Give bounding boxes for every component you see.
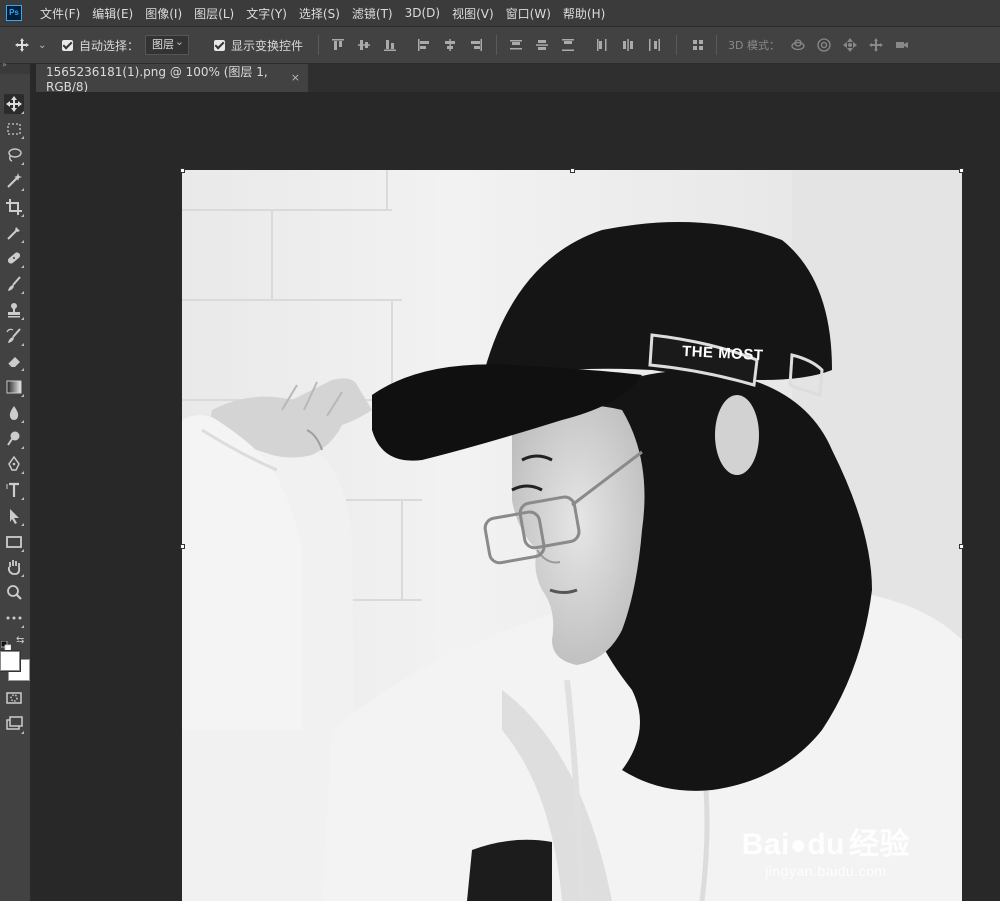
gradient-icon[interactable] — [4, 377, 24, 397]
eraser-icon[interactable] — [4, 351, 24, 371]
hand-icon[interactable] — [4, 557, 24, 577]
watermark-brand: Bai — [741, 828, 790, 861]
auto-align-icon[interactable] — [690, 37, 706, 53]
screen-mode-icon[interactable] — [4, 714, 24, 734]
show-transform-checkbox[interactable] — [214, 39, 225, 51]
blur-icon[interactable] — [4, 403, 24, 423]
divider — [676, 35, 677, 55]
marquee-icon[interactable] — [4, 119, 24, 139]
magic-wand-icon[interactable] — [4, 171, 24, 191]
close-icon[interactable]: × — [291, 71, 300, 84]
photoshop-logo: Ps — [6, 5, 22, 21]
document-tab-title: 1565236181(1).png @ 100% (图层 1, RGB/8) — [46, 64, 268, 94]
watermark-brand-2: du — [807, 828, 845, 861]
auto-select-toggle[interactable]: 自动选择： — [62, 27, 139, 63]
watermark-url: jingyan.baidu.com — [765, 863, 887, 879]
baidu-watermark: Bai●du 经验 jingyan.baidu.com — [742, 819, 910, 879]
paw-logo-icon: ● — [789, 829, 808, 860]
divider — [496, 35, 497, 55]
menu-type[interactable]: 文字(Y) — [246, 5, 287, 22]
more-icon[interactable] — [4, 608, 24, 628]
pen-icon[interactable] — [4, 454, 24, 474]
history-brush-icon[interactable] — [4, 326, 24, 346]
transform-handle-left[interactable] — [180, 544, 185, 549]
swap-colors-icon[interactable]: ⇆ — [16, 635, 24, 646]
transform-handle-right[interactable] — [959, 544, 964, 549]
healing-brush-icon[interactable] — [4, 248, 24, 268]
distribute-left-icon[interactable] — [594, 37, 610, 53]
rectangle-icon[interactable] — [4, 532, 24, 552]
menu-select[interactable]: 选择(S) — [299, 5, 340, 22]
divider — [716, 35, 717, 55]
align-bottom-icon[interactable] — [382, 37, 398, 53]
align-top-icon[interactable] — [330, 37, 346, 53]
menu-help[interactable]: 帮助(H) — [563, 5, 605, 22]
foreground-color-swatch[interactable] — [0, 651, 20, 671]
camera-3d-icon[interactable] — [894, 37, 910, 53]
tools-panel: » ⇆ — [0, 60, 31, 901]
align-right-icon[interactable] — [468, 37, 484, 53]
crop-icon[interactable] — [4, 197, 24, 217]
menu-edit[interactable]: 编辑(E) — [92, 5, 133, 22]
menu-bar: Ps 文件(F) 编辑(E) 图像(I) 图层(L) 文字(Y) 选择(S) 滤… — [0, 0, 1000, 26]
options-bar: ⌄ 自动选择： 图层 显示变换控件 3D 模式： — [0, 26, 1000, 64]
move-icon[interactable] — [4, 94, 24, 114]
lasso-icon[interactable] — [4, 145, 24, 165]
distribute-vcenter-icon[interactable] — [534, 37, 550, 53]
align-vcenter-icon[interactable] — [356, 37, 372, 53]
menu-window[interactable]: 窗口(W) — [506, 5, 551, 22]
path-select-icon[interactable] — [4, 506, 24, 526]
dodge-icon[interactable] — [4, 429, 24, 449]
toolbar-grip[interactable]: » — [0, 60, 30, 74]
type-icon[interactable] — [4, 480, 24, 500]
mode-3d-label: 3D 模式： — [728, 39, 780, 52]
document-tab-strip: 1565236181(1).png @ 100% (图层 1, RGB/8) × — [36, 64, 1000, 94]
zoom-icon[interactable] — [4, 583, 24, 603]
menu-image[interactable]: 图像(I) — [145, 5, 182, 22]
document-tab[interactable]: 1565236181(1).png @ 100% (图层 1, RGB/8) × — [36, 64, 308, 94]
transform-handle-top[interactable] — [570, 168, 575, 173]
menu-view[interactable]: 视图(V) — [452, 5, 494, 22]
menu-layer[interactable]: 图层(L) — [194, 5, 234, 22]
menu-file[interactable]: 文件(F) — [40, 5, 80, 22]
distribute-hcenter-icon[interactable] — [620, 37, 636, 53]
eyedropper-icon[interactable] — [4, 223, 24, 243]
distribute-bottom-icon[interactable] — [560, 37, 576, 53]
align-left-icon[interactable] — [416, 37, 432, 53]
watermark-cn: 经验 — [849, 828, 910, 861]
divider — [318, 35, 319, 55]
move-tool-preset-icon[interactable] — [14, 37, 30, 53]
show-transform-toggle[interactable]: 显示变换控件 — [214, 27, 303, 63]
tool-preset-chevron-icon[interactable]: ⌄ — [38, 27, 46, 63]
roll-3d-icon[interactable] — [816, 37, 832, 53]
distribute-top-icon[interactable] — [508, 37, 524, 53]
auto-select-dropdown[interactable]: 图层 — [145, 33, 189, 55]
photo-illustration — [182, 170, 962, 901]
auto-select-checkbox[interactable] — [62, 39, 73, 51]
brush-icon[interactable] — [4, 274, 24, 294]
auto-select-label: 自动选择： — [79, 38, 140, 53]
menu-filter[interactable]: 滤镜(T) — [352, 5, 393, 22]
menu-3d[interactable]: 3D(D) — [405, 6, 440, 20]
stamp-icon[interactable] — [4, 300, 24, 320]
quick-mask-icon[interactable] — [4, 688, 24, 708]
drag-3d-icon[interactable] — [842, 37, 858, 53]
transform-handle-top-right[interactable] — [959, 168, 964, 173]
distribute-right-icon[interactable] — [646, 37, 662, 53]
default-colors-icon[interactable] — [0, 636, 12, 652]
auto-select-dropdown-wrap: 图层 — [145, 27, 189, 63]
show-transform-label: 显示变换控件 — [231, 38, 304, 53]
align-hcenter-icon[interactable] — [442, 37, 458, 53]
slide-3d-icon[interactable] — [868, 37, 884, 53]
transform-handle-top-left[interactable] — [180, 168, 185, 173]
orbit-3d-icon[interactable] — [790, 37, 806, 53]
canvas-image[interactable]: THE MOST Bai●du 经验 jingyan.baidu.com — [182, 170, 962, 901]
